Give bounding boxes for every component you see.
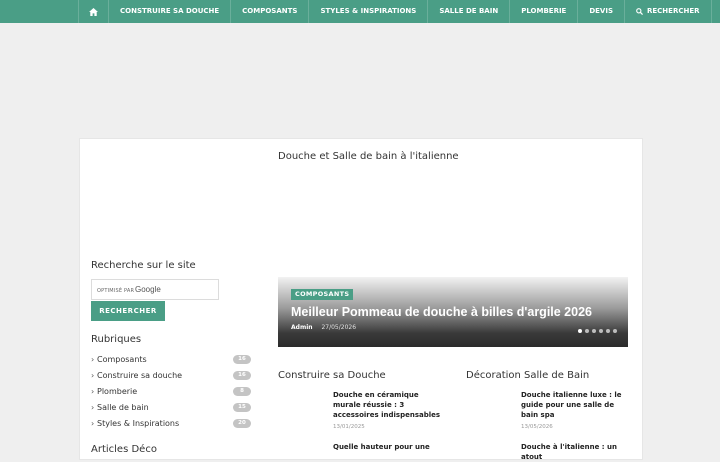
search-icon	[636, 8, 643, 15]
article-date: 13/01/2025	[333, 424, 365, 430]
category-label: Composants	[97, 355, 147, 364]
chevron-right-icon: ›	[91, 387, 95, 396]
count-badge: 16	[233, 355, 251, 364]
slider-dot[interactable]	[585, 329, 589, 333]
category-label: Construire sa douche	[97, 371, 183, 380]
article-title[interactable]: Quelle hauteur pour une	[333, 442, 448, 452]
rubriques-heading: Rubriques	[91, 334, 142, 345]
category-label: Salle de bain	[97, 403, 149, 412]
slider-dot[interactable]	[592, 329, 596, 333]
slide-category-tag[interactable]: COMPOSANTS	[291, 289, 354, 300]
top-navigation: CONSTRUIRE SA DOUCHE COMPOSANTS STYLES &…	[0, 0, 720, 23]
count-badge: 16	[233, 371, 251, 380]
nav-home[interactable]	[79, 0, 109, 23]
slider-dot[interactable]	[578, 329, 582, 333]
nav-search[interactable]: RECHERCHER	[625, 0, 712, 23]
slider-dot[interactable]	[613, 329, 617, 333]
article-title[interactable]: Douche en céramique murale réussie : 3 a…	[333, 390, 448, 420]
article-title[interactable]: Douche italienne luxe : le guide pour un…	[521, 390, 631, 420]
category-label: Styles & Inspirations	[97, 419, 180, 428]
slide-author[interactable]: Admin	[291, 324, 313, 331]
count-badge: 20	[233, 419, 251, 428]
count-badge: 8	[233, 387, 251, 396]
category-composants[interactable]: › Composants 16	[91, 353, 251, 369]
site-title: Douche et Salle de bain à l'italienne	[278, 151, 459, 162]
col1-heading: Construire sa Douche	[278, 370, 386, 381]
category-list: › Composants 16 › Construire sa douche 1…	[91, 353, 251, 433]
chevron-right-icon: ›	[91, 371, 95, 380]
chevron-right-icon: ›	[91, 419, 95, 428]
featured-slider[interactable]: COMPOSANTS Meilleur Pommeau de douche à …	[278, 277, 628, 347]
nav-search-label: RECHERCHER	[647, 7, 700, 15]
chevron-right-icon: ›	[91, 355, 95, 364]
nav-composants[interactable]: COMPOSANTS	[231, 0, 310, 23]
category-styles[interactable]: › Styles & Inspirations 20	[91, 417, 251, 433]
slider-dot[interactable]	[606, 329, 610, 333]
search-heading: Recherche sur le site	[91, 260, 196, 271]
slider-dots	[578, 329, 617, 333]
slider-dot[interactable]	[599, 329, 603, 333]
nav-styles[interactable]: STYLES & INSPIRATIONS	[309, 0, 429, 23]
search-input[interactable]: OPTIMISÉ PAR Google	[91, 279, 219, 300]
slide-date: 27/05/2026	[321, 324, 357, 331]
article-date: 13/05/2026	[521, 424, 553, 430]
nav-devis[interactable]: DEVIS	[578, 0, 625, 23]
category-plomberie[interactable]: › Plomberie 8	[91, 385, 251, 401]
nav-construire[interactable]: CONSTRUIRE SA DOUCHE	[109, 0, 232, 23]
count-badge: 15	[233, 403, 251, 412]
slide-title[interactable]: Meilleur Pommeau de douche à billes d'ar…	[291, 305, 592, 319]
nav-plomberie[interactable]: PLOMBERIE	[510, 0, 579, 23]
home-icon	[89, 7, 98, 16]
google-brand: Google	[135, 285, 161, 294]
slide-meta: Admin 27/05/2026	[291, 324, 356, 331]
category-label: Plomberie	[97, 387, 138, 396]
category-construire[interactable]: › Construire sa douche 16	[91, 369, 251, 385]
col2-heading: Décoration Salle de Bain	[466, 370, 590, 381]
nav-menu: CONSTRUIRE SA DOUCHE COMPOSANTS STYLES &…	[78, 0, 712, 23]
google-optimized-label: OPTIMISÉ PAR	[97, 288, 135, 294]
chevron-right-icon: ›	[91, 403, 95, 412]
search-button[interactable]: RECHERCHER	[91, 301, 165, 321]
nav-salle-de-bain[interactable]: SALLE DE BAIN	[428, 0, 511, 23]
article-title[interactable]: Douche à l'italienne : un atout	[521, 442, 631, 462]
category-salle-de-bain[interactable]: › Salle de bain 15	[91, 401, 251, 417]
